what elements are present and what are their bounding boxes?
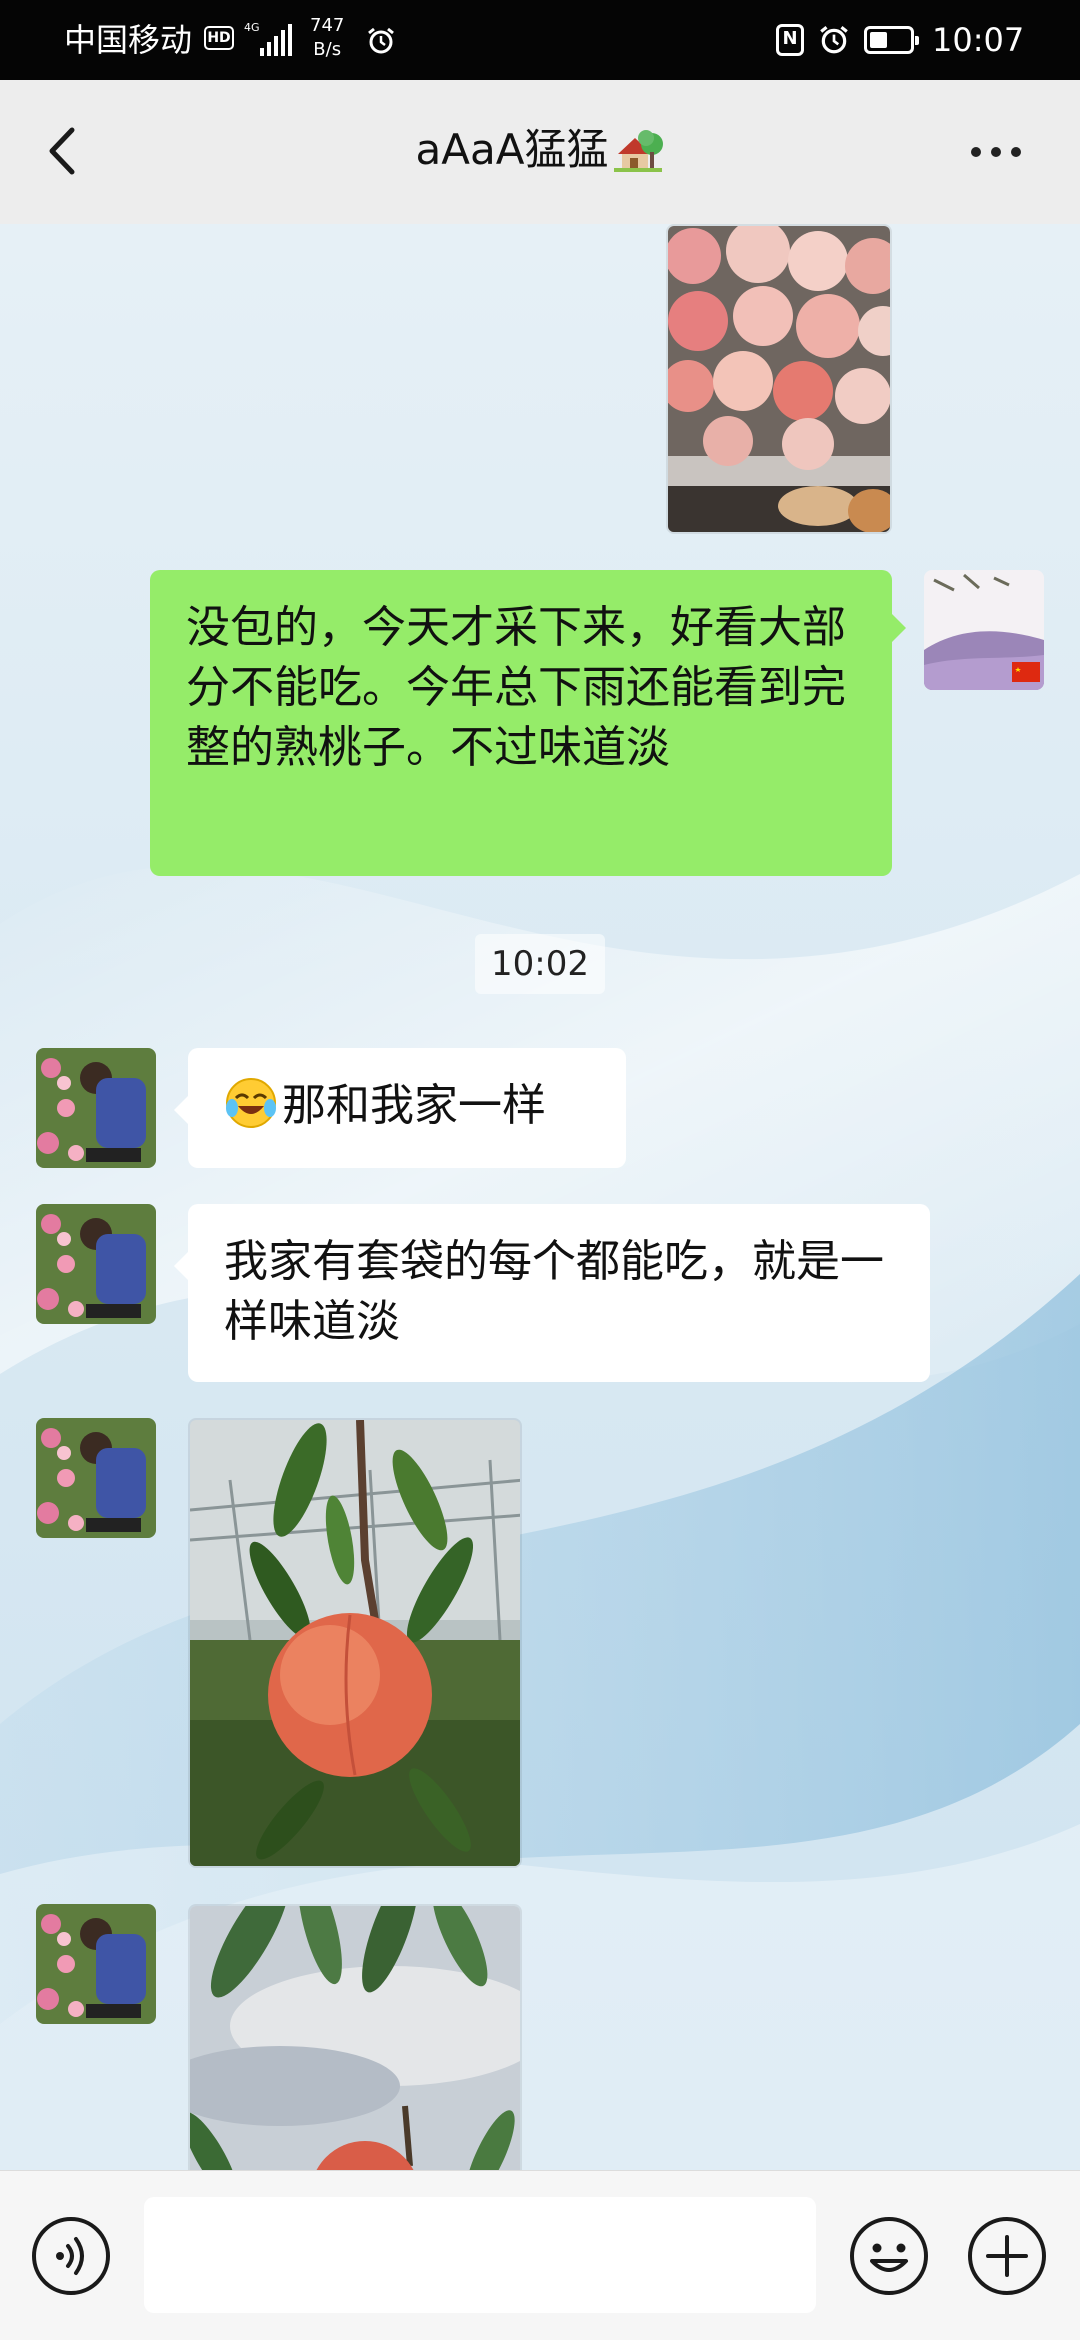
peaches-photo — [668, 226, 890, 532]
network-type: 4G — [244, 21, 260, 34]
emoji-icon[interactable] — [848, 2215, 930, 2297]
signal-icon: 4G — [244, 22, 296, 58]
more-options-icon[interactable] — [956, 126, 1036, 178]
battery-icon — [864, 26, 919, 54]
alarm-icon — [820, 25, 848, 54]
face-with-tears-of-joy-icon — [226, 1078, 276, 1128]
sent-image-peaches[interactable] — [666, 224, 892, 534]
message-input[interactable] — [144, 2197, 816, 2313]
chat-title-text: aAaA猛猛 — [415, 125, 609, 174]
contact-avatar[interactable] — [36, 1904, 156, 2024]
bubble-tail — [174, 1096, 188, 1124]
received-message-bubble[interactable]: 那和我家一样 — [188, 1048, 626, 1168]
received-image-peach[interactable] — [188, 1418, 522, 1868]
status-time: 10:07 — [932, 21, 1025, 59]
timestamp-label: 10:02 — [475, 934, 605, 994]
peach-branch-photo — [190, 1420, 520, 1866]
contact-avatar[interactable] — [36, 1048, 156, 1168]
speed-value: 747 — [310, 15, 345, 36]
network-speed: 747 B/s — [310, 14, 344, 62]
bubble-tail — [174, 1252, 188, 1280]
message-text: 我家有套袋的每个都能吃，就是一样味道淡 — [224, 1236, 884, 1347]
chat-message-area[interactable]: 没包的，今天才采下来，好看大部分不能吃。今年总下雨还能看到完整的熟桃子。不过味道… — [0, 224, 1080, 2170]
speed-unit: B/s — [313, 39, 342, 60]
my-avatar[interactable] — [924, 570, 1044, 690]
contact-avatar[interactable] — [36, 1418, 156, 1538]
input-bar — [0, 2170, 1080, 2340]
plus-icon[interactable] — [966, 2215, 1048, 2297]
voice-icon[interactable] — [30, 2215, 112, 2297]
alarm-icon — [368, 27, 394, 54]
chat-title: aAaA猛猛 — [200, 120, 880, 180]
house-with-garden-icon — [614, 130, 664, 172]
received-message-bubble[interactable]: 我家有套袋的每个都能吃，就是一样味道淡 — [188, 1204, 930, 1382]
back-icon[interactable] — [30, 116, 100, 186]
hd-icon: HD — [204, 26, 234, 50]
chat-header: aAaA猛猛 — [0, 80, 1080, 224]
peach-sky-photo — [190, 1906, 520, 2170]
status-bar: 中国移动 HD 4G 747 B/s N 10:07 — [0, 0, 1080, 80]
sent-message-bubble[interactable]: 没包的，今天才采下来，好看大部分不能吃。今年总下雨还能看到完整的熟桃子。不过味道… — [150, 570, 892, 876]
message-text: 那和我家一样 — [282, 1080, 546, 1131]
battery-level — [870, 32, 887, 48]
chat-background-wave — [0, 865, 1080, 2170]
message-text: 没包的，今天才采下来，好看大部分不能吃。今年总下雨还能看到完整的熟桃子。不过味道… — [186, 602, 846, 773]
received-image-peach-sky[interactable] — [188, 1904, 522, 2170]
nfc-icon: N — [776, 24, 804, 56]
bubble-tail — [892, 614, 906, 642]
carrier-name: 中国移动 — [64, 21, 193, 59]
contact-avatar[interactable] — [36, 1204, 156, 1324]
